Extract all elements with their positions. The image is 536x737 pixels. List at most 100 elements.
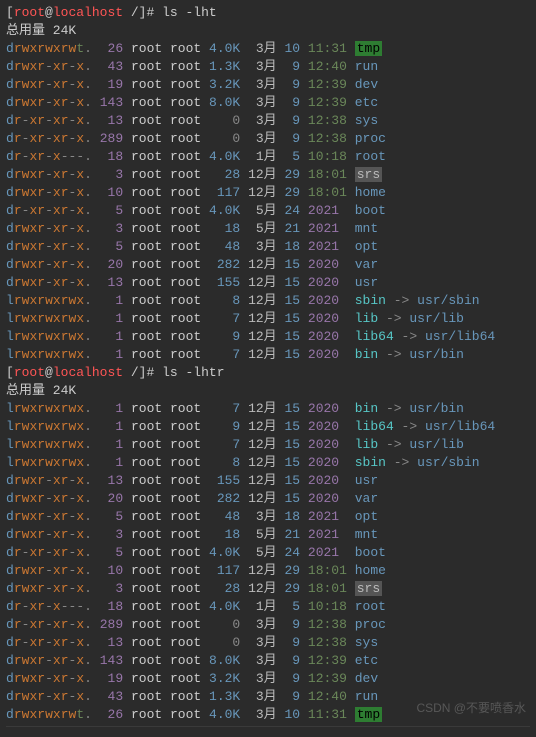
day: 15 [284,257,300,272]
file-name: lib [355,311,378,326]
ls-row: lrwxrwxrwx. 1 root root 8 12月 15 2020 sb… [6,292,530,310]
owner: root [131,509,162,524]
ls-row: drwxrwxrwt. 26 root root 4.0K 3月 10 11:3… [6,40,530,58]
size: 1.3K [209,59,240,74]
prompt-user: root [14,5,45,20]
file-name: sys [355,113,378,128]
prompt-path: / [123,5,139,20]
file-name: mnt [355,527,378,542]
time: 12:38 [308,635,347,650]
month: 5月 [248,203,277,218]
time: 12:38 [308,131,347,146]
file-name: sbin [355,455,386,470]
terminal-output[interactable]: [root@localhost /]# ls -lht总用量 24Kdrwxrw… [0,0,536,737]
group: root [170,545,201,560]
group: root [170,221,201,236]
owner: root [131,275,162,290]
ls-row: drwxr-xr-x. 20 root root 282 12月 15 2020… [6,256,530,274]
nlink: 43 [100,689,123,704]
day: 9 [284,617,300,632]
nlink: 1 [100,437,123,452]
owner: root [131,59,162,74]
size: 0 [209,635,240,650]
ls-row: lrwxrwxrwx. 1 root root 7 12月 15 2020 bi… [6,400,530,418]
day: 29 [284,185,300,200]
perm: drwxr-xr-x. [6,653,92,668]
time: 12:38 [308,113,347,128]
group: root [170,239,201,254]
owner: root [131,167,162,182]
day: 9 [284,671,300,686]
month: 3月 [248,707,277,722]
size: 4.0K [209,707,240,722]
day: 9 [284,653,300,668]
command-input[interactable]: ls -lht [162,5,217,20]
ls-row: drwxr-xr-x. 19 root root 3.2K 3月 9 12:39… [6,76,530,94]
owner: root [131,455,162,470]
perm: dr-xr-xr-x. [6,203,92,218]
ls-row: lrwxrwxrwx. 1 root root 7 12月 15 2020 li… [6,310,530,328]
ls-row: drwxr-xr-x. 3 root root 18 5月 21 2021 mn… [6,526,530,544]
day: 15 [284,329,300,344]
owner: root [131,311,162,326]
time: 2021 [308,203,347,218]
prompt-line[interactable]: [root@localhost /]# ls -lhtr [6,364,530,382]
day: 18 [284,509,300,524]
month: 3月 [248,77,277,92]
time: 18:01 [308,185,347,200]
size: 0 [209,131,240,146]
ls-row: lrwxrwxrwx. 1 root root 9 12月 15 2020 li… [6,418,530,436]
group: root [170,203,201,218]
ls-row: dr-xr-xr-x. 13 root root 0 3月 9 12:38 sy… [6,634,530,652]
time: 2020 [308,473,347,488]
month: 12月 [248,437,277,452]
month: 12月 [248,581,277,596]
month: 3月 [248,41,277,56]
group: root [170,455,201,470]
month: 12月 [248,329,277,344]
size: 282 [209,491,240,506]
month: 1月 [248,149,277,164]
size: 18 [209,527,240,542]
perm: drwxr-xr-x. [6,689,92,704]
nlink: 20 [100,491,123,506]
time: 2020 [308,401,347,416]
group: root [170,599,201,614]
group: root [170,59,201,74]
ls-row: dr-xr-xr-x. 289 root root 0 3月 9 12:38 p… [6,130,530,148]
owner: root [131,347,162,362]
nlink: 5 [100,203,123,218]
file-name: boot [355,545,386,560]
owner: root [131,671,162,686]
month: 12月 [248,473,277,488]
size: 9 [209,329,240,344]
day: 18 [284,239,300,254]
group: root [170,635,201,650]
file-name: opt [355,509,378,524]
command-input[interactable]: ls -lhtr [162,365,224,380]
ls-row: drwxr-xr-x. 43 root root 1.3K 3月 9 12:40… [6,58,530,76]
group: root [170,617,201,632]
month: 3月 [248,239,277,254]
perm: lrwxrwxrwx. [6,293,92,308]
size: 8.0K [209,95,240,110]
owner: root [131,491,162,506]
size: 7 [209,347,240,362]
group: root [170,293,201,308]
ls-row: drwxr-xr-x. 10 root root 117 12月 29 18:0… [6,562,530,580]
perm: dr-xr-xr-x. [6,617,92,632]
month: 12月 [248,275,277,290]
time: 2020 [308,437,347,452]
time: 10:18 [308,149,347,164]
size: 7 [209,311,240,326]
owner: root [131,257,162,272]
file-name: home [355,185,386,200]
nlink: 1 [100,293,123,308]
nlink: 143 [100,95,123,110]
time: 12:39 [308,653,347,668]
ls-row: drwxr-xr-x. 5 root root 48 3月 18 2021 op… [6,508,530,526]
file-name: boot [355,203,386,218]
size: 8 [209,455,240,470]
prompt-line[interactable]: [root@localhost /]# ls -lht [6,4,530,22]
nlink: 3 [100,221,123,236]
